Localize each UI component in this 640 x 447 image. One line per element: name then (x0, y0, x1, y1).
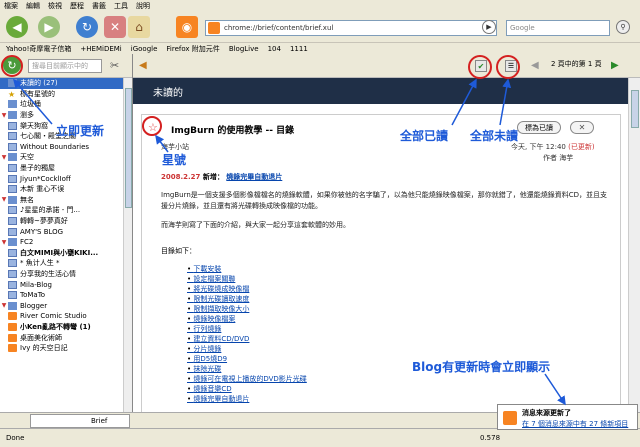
arrow-refresh (13, 78, 53, 125)
arrow-blog-update (544, 373, 566, 406)
arrow-mark-read (451, 78, 477, 126)
annotation-arrows (13, 78, 566, 406)
arrow-mark-unread (499, 78, 512, 126)
arrow-star (155, 134, 169, 153)
